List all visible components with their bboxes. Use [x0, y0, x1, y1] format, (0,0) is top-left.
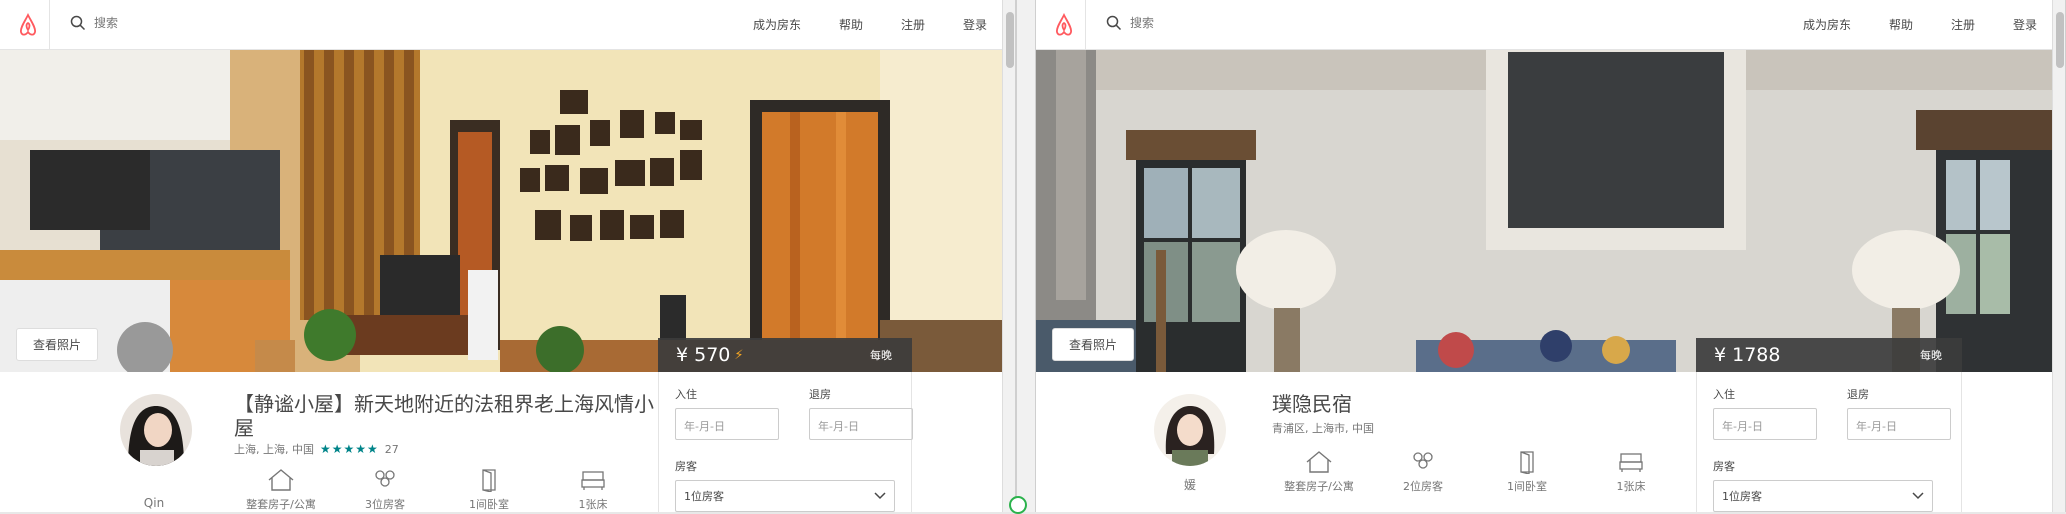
- amenity-beds: 1张床: [548, 468, 638, 512]
- nav-links: 成为房东 帮助 注册 登录: [753, 16, 987, 33]
- hero-photo[interactable]: [1036, 50, 2065, 372]
- host-name: 媛: [1183, 478, 1196, 492]
- bed-icon: [1619, 453, 1643, 472]
- guests-value: 1位房客: [684, 490, 724, 503]
- guests-label: 房客: [1713, 460, 1735, 473]
- view-photos-button[interactable]: 查看照片: [1052, 328, 1135, 361]
- window-divider: [1016, 0, 1036, 512]
- price-bar: ¥ 1788 每晚: [1696, 338, 1962, 372]
- amenity-guests: 3位房客: [340, 468, 430, 512]
- search-bar[interactable]: 搜索: [1106, 14, 1154, 31]
- search-icon: [1106, 15, 1122, 30]
- listing-title: 璞隐民宿: [1272, 392, 1352, 416]
- review-count[interactable]: 27: [385, 443, 399, 456]
- rating-stars-icon: ★★★★★: [320, 442, 379, 456]
- browser-window-right: 搜索 成为房东 帮助 注册 登录 查看照片 ¥ 1788 每晚 入住 年-月-日…: [1036, 0, 2066, 512]
- listing-subline: 上海, 上海, 中国 ★★★★★ 27: [234, 441, 399, 457]
- amenity-label: 1间卧室: [469, 498, 509, 511]
- nav-link-help[interactable]: 帮助: [839, 16, 863, 33]
- amenity-beds: 1张床: [1586, 450, 1676, 494]
- door-icon: [1520, 451, 1534, 474]
- price-value: ¥ 570: [676, 344, 731, 366]
- amenity-label: 2位房客: [1403, 480, 1443, 493]
- bed-icon: [581, 471, 605, 490]
- amenity-bedrooms: 1间卧室: [1482, 450, 1572, 494]
- nav-link-signup[interactable]: 注册: [1951, 16, 1975, 33]
- guests-select[interactable]: 1位房客: [1713, 480, 1933, 512]
- nav-link-login[interactable]: 登录: [963, 16, 987, 33]
- door-icon: [482, 469, 496, 492]
- amenity-bedrooms: 1间卧室: [444, 468, 534, 512]
- checkin-label: 入住: [1713, 388, 1735, 401]
- amenity-guests: 2位房客: [1378, 450, 1468, 494]
- listing-title: 【静谧小屋】新天地附近的法租界老上海风情小屋: [234, 392, 654, 440]
- checkin-label: 入住: [675, 388, 697, 401]
- amenity-label: 整套房子/公寓: [246, 498, 316, 511]
- listing-location: 上海, 上海, 中国: [234, 443, 314, 456]
- top-nav: 搜索 成为房东 帮助 注册 登录: [0, 0, 1015, 50]
- search-icon: [70, 15, 86, 30]
- checkout-input[interactable]: 年-月-日: [1847, 408, 1951, 440]
- airbnb-logo-icon[interactable]: [1042, 0, 1086, 50]
- booking-panel: 入住 年-月-日 退房 年-月-日 房客 1位房客: [1696, 372, 1962, 512]
- scrollbar-thumb[interactable]: [1006, 12, 1014, 68]
- price-bar: ¥ 570 ⚡ 每晚: [658, 338, 912, 372]
- status-indicator-icon: [1009, 496, 1027, 514]
- amenity-label: 3位房客: [365, 498, 405, 511]
- nav-link-login[interactable]: 登录: [2013, 16, 2037, 33]
- guests-label: 房客: [675, 460, 697, 473]
- browser-window-left: 搜索 成为房东 帮助 注册 登录 查看照片 ¥ 570 ⚡ 每晚 入住 年-月-…: [0, 0, 1016, 512]
- amenity-label: 1张床: [1616, 480, 1646, 493]
- checkin-input[interactable]: 年-月-日: [1713, 408, 1817, 440]
- price-amount: ¥ 1788: [1714, 344, 1780, 366]
- host-avatar[interactable]: [1154, 394, 1226, 466]
- search-input[interactable]: 搜索: [1130, 14, 1154, 31]
- nav-links: 成为房东 帮助 注册 登录: [1803, 16, 2037, 33]
- view-photos-button[interactable]: 查看照片: [16, 328, 99, 361]
- price-per-night: 每晚: [870, 349, 892, 362]
- scrollbar-thumb[interactable]: [2056, 12, 2064, 68]
- airbnb-logo-icon[interactable]: [6, 0, 50, 50]
- price-value: ¥ 1788: [1714, 344, 1781, 366]
- hero-photo[interactable]: [0, 50, 1015, 372]
- house-icon: [268, 469, 294, 491]
- listing-location: 青浦区, 上海市, 中国: [1272, 422, 1374, 435]
- amenity-home-type: 整套房子/公寓: [1274, 450, 1364, 494]
- amenity-label: 1张床: [578, 498, 608, 511]
- host-avatar[interactable]: [120, 394, 192, 466]
- house-icon: [1306, 451, 1332, 473]
- checkout-label: 退房: [1847, 388, 1869, 401]
- scrollbar[interactable]: [1002, 0, 1015, 512]
- checkout-input[interactable]: 年-月-日: [809, 408, 913, 440]
- host-name: Qin: [143, 496, 165, 510]
- amenity-home-type: 整套房子/公寓: [236, 468, 326, 512]
- checkin-input[interactable]: 年-月-日: [675, 408, 779, 440]
- top-nav: 搜索 成为房东 帮助 注册 登录: [1036, 0, 2065, 50]
- guests-value: 1位房客: [1722, 490, 1762, 503]
- instant-book-icon: ⚡: [734, 347, 744, 363]
- guests-icon: [1413, 452, 1433, 469]
- amenity-label: 1间卧室: [1507, 480, 1547, 493]
- price-amount: ¥ 570 ⚡: [676, 344, 744, 366]
- listing-subline: 青浦区, 上海市, 中国: [1272, 420, 1374, 436]
- scrollbar[interactable]: [2052, 0, 2065, 512]
- booking-panel: 入住 年-月-日 退房 年-月-日 房客 1位房客: [658, 372, 913, 512]
- checkout-label: 退房: [809, 388, 831, 401]
- search-input[interactable]: 搜索: [94, 14, 118, 31]
- guests-select[interactable]: 1位房客: [675, 480, 895, 512]
- chevron-down-icon: [1912, 492, 1924, 500]
- nav-link-help[interactable]: 帮助: [1889, 16, 1913, 33]
- nav-link-become-host[interactable]: 成为房东: [753, 16, 801, 33]
- guests-icon: [375, 470, 395, 487]
- amenity-label: 整套房子/公寓: [1284, 480, 1354, 493]
- nav-link-become-host[interactable]: 成为房东: [1803, 16, 1851, 33]
- search-bar[interactable]: 搜索: [70, 14, 118, 31]
- price-per-night: 每晚: [1920, 349, 1942, 362]
- chevron-down-icon: [874, 492, 886, 500]
- nav-link-signup[interactable]: 注册: [901, 16, 925, 33]
